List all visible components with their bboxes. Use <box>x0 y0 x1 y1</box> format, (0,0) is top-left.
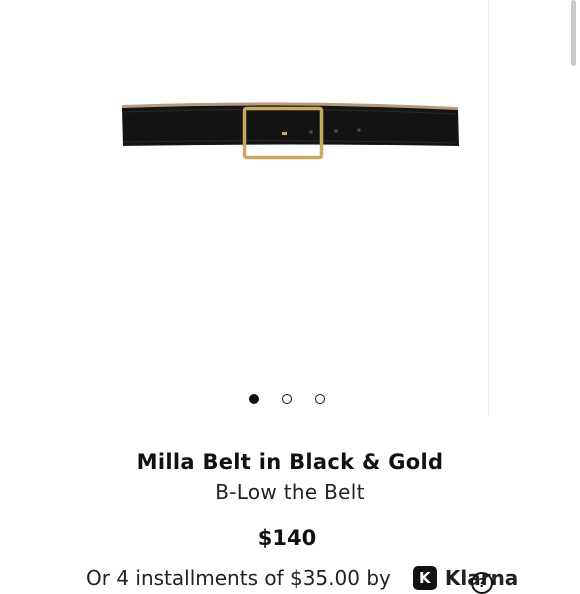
product-brand-link[interactable]: B-Low the Belt <box>0 480 580 504</box>
carousel-dot-1[interactable] <box>249 394 259 404</box>
gallery-divider <box>488 0 489 416</box>
scrollbar-thumb[interactable] <box>571 0 576 66</box>
klarna-logo-icon: K <box>412 566 437 590</box>
belt-product-image <box>122 102 459 160</box>
info-icon[interactable]: ? <box>471 572 493 594</box>
carousel-dots <box>249 394 325 404</box>
installments-info: Or 4 installments of $35.00 by K Klarna <box>86 566 518 590</box>
carousel-dot-2[interactable] <box>282 394 292 404</box>
carousel-dot-3[interactable] <box>315 394 325 404</box>
installments-text: Or 4 installments of $35.00 by <box>86 566 391 590</box>
product-title: Milla Belt in Black & Gold <box>136 450 444 474</box>
product-image-gallery[interactable] <box>0 0 488 416</box>
product-price: $140 <box>257 526 317 550</box>
